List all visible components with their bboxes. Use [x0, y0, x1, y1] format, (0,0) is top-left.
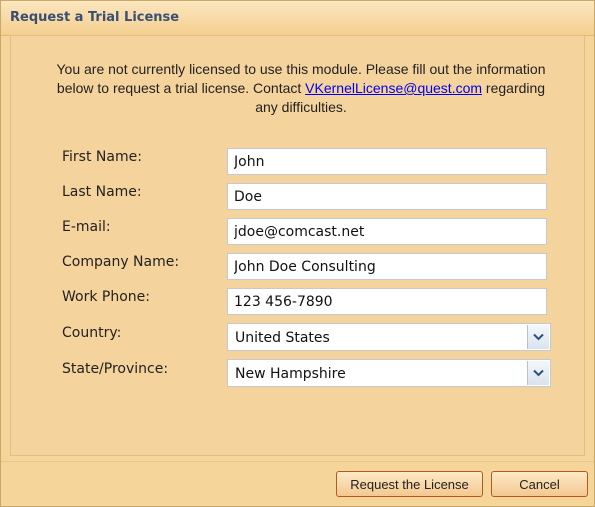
first-name-label: First Name: [62, 149, 142, 165]
intro-message: You are not currently licensed to use th… [47, 60, 555, 117]
work-phone-label: Work Phone: [62, 289, 150, 305]
dialog-titlebar: Request a Trial License [1, 1, 594, 36]
company-name-label: Company Name: [62, 254, 180, 270]
last-name-field[interactable] [227, 183, 547, 210]
last-name-label: Last Name: [62, 184, 142, 200]
cancel-button[interactable]: Cancel [491, 471, 588, 497]
dialog-title: Request a Trial License [10, 10, 180, 25]
email-field[interactable] [227, 218, 547, 245]
footer-divider [1, 461, 594, 462]
trial-license-dialog: Request a Trial License You are not curr… [0, 0, 595, 507]
state-dropdown-button[interactable] [527, 361, 549, 385]
company-name-field[interactable] [227, 253, 547, 280]
email-label: E-mail: [62, 219, 111, 235]
country-label: Country: [62, 325, 122, 341]
request-license-button[interactable]: Request the License [336, 471, 483, 497]
work-phone-field[interactable] [227, 288, 547, 315]
first-name-field[interactable] [227, 148, 547, 175]
state-select[interactable]: New Hampshire [227, 359, 551, 387]
country-select[interactable]: United States [227, 323, 551, 351]
state-value: New Hampshire [235, 366, 346, 382]
license-email-link[interactable]: VKernelLicense@quest.com [305, 80, 482, 96]
state-label: State/Province: [62, 361, 169, 377]
country-value: United States [235, 330, 330, 346]
chevron-down-icon [533, 333, 544, 341]
form-panel: You are not currently licensed to use th… [10, 35, 585, 456]
country-dropdown-button[interactable] [527, 325, 549, 349]
chevron-down-icon [533, 369, 544, 377]
